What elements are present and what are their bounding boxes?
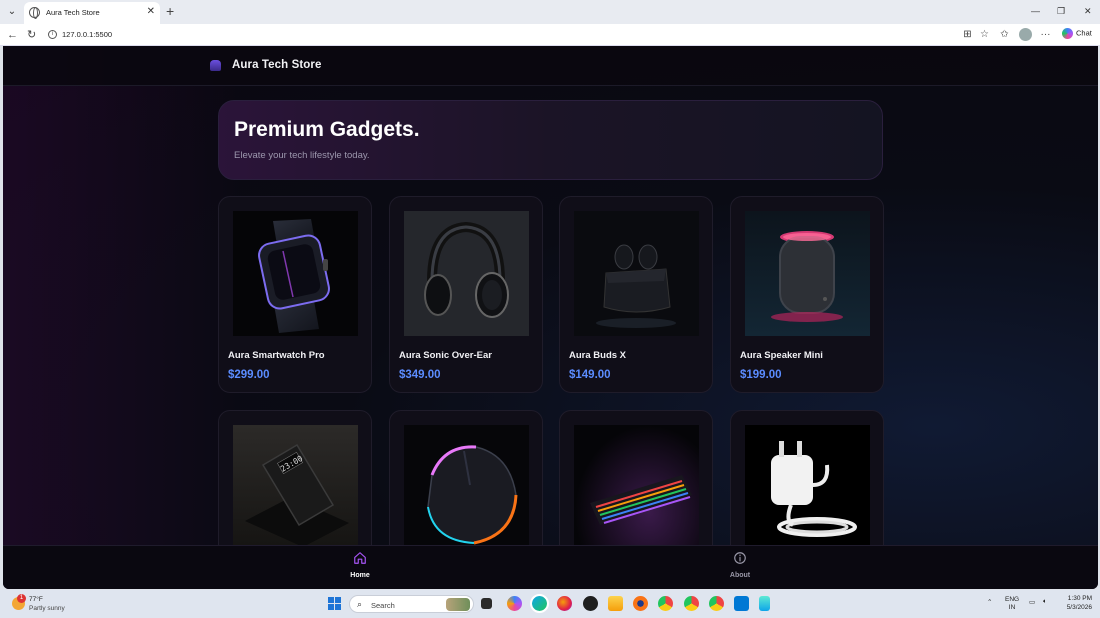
restore-icon[interactable]: ❐ bbox=[1057, 4, 1065, 18]
chrome-profile-2-icon[interactable] bbox=[709, 596, 724, 611]
keyboard-image bbox=[574, 425, 699, 550]
weather-desc: Partly sunny bbox=[29, 605, 65, 612]
copilot-icon bbox=[1062, 28, 1073, 39]
search-highlight-image bbox=[446, 598, 470, 611]
blender-icon[interactable] bbox=[633, 596, 648, 611]
notepad-icon[interactable] bbox=[759, 596, 770, 611]
close-tab-icon[interactable]: ✕ bbox=[147, 6, 155, 18]
brand-name[interactable]: Aura Tech Store bbox=[232, 59, 321, 71]
site-info-icon[interactable]: i bbox=[48, 30, 57, 39]
product-card[interactable]: Aura Speaker Mini $199.00 bbox=[730, 196, 884, 393]
app-available-icon[interactable]: ⊞ bbox=[962, 29, 973, 40]
globe-icon bbox=[29, 7, 40, 19]
chrome-icon[interactable] bbox=[658, 596, 673, 611]
product-price: $199.00 bbox=[740, 369, 782, 381]
product-name[interactable]: Aura Buds X bbox=[569, 350, 626, 361]
profile-avatar[interactable] bbox=[1019, 28, 1032, 41]
vscode-icon[interactable] bbox=[734, 596, 749, 611]
reload-icon[interactable]: ↻ bbox=[27, 28, 36, 42]
search-placeholder: Search bbox=[371, 601, 395, 610]
favorite-icon[interactable]: ☆ bbox=[979, 29, 990, 40]
system-clock[interactable]: 1:30 PM 5/3/2026 bbox=[1060, 595, 1092, 611]
weather-temp: 77°F bbox=[29, 596, 43, 603]
product-price: $149.00 bbox=[569, 369, 611, 381]
headphones-image bbox=[404, 211, 529, 336]
new-tab-icon[interactable]: + bbox=[166, 3, 174, 19]
browser-tab[interactable]: Aura Tech Store ✕ bbox=[24, 2, 160, 24]
nav-about[interactable]: About bbox=[710, 551, 770, 579]
firefox-icon[interactable] bbox=[557, 596, 572, 611]
hero-title: Premium Gadgets. bbox=[234, 118, 420, 141]
address-bar[interactable]: i 127.0.0.1:5500 bbox=[44, 27, 949, 43]
product-name[interactable]: Aura Speaker Mini bbox=[740, 350, 823, 361]
task-view-icon[interactable] bbox=[481, 598, 492, 609]
product-card[interactable]: Aura Smartwatch Pro $299.00 bbox=[218, 196, 372, 393]
more-icon[interactable]: ··· bbox=[1040, 29, 1051, 40]
notification-badge: 1 bbox=[17, 594, 26, 603]
url-text[interactable]: 127.0.0.1:5500 bbox=[62, 30, 112, 39]
nav-home-label: Home bbox=[350, 572, 370, 579]
github-icon[interactable] bbox=[583, 596, 598, 611]
earbuds-image bbox=[574, 211, 699, 336]
product-price: $349.00 bbox=[399, 369, 441, 381]
power-bank-image: 23:00 bbox=[233, 425, 358, 550]
hero-banner: Premium Gadgets. Elevate your tech lifes… bbox=[218, 100, 883, 180]
gaming-mouse-image bbox=[404, 425, 529, 550]
copilot-chat-button[interactable]: Chat bbox=[1062, 28, 1092, 39]
nav-about-label: About bbox=[729, 572, 751, 579]
speaker-image bbox=[745, 211, 870, 336]
browser-tab-bar: ⌄ Aura Tech Store ✕ + — ❐ ✕ bbox=[0, 0, 1100, 24]
hero-subtitle: Elevate your tech lifestyle today. bbox=[234, 150, 370, 161]
bottom-nav: Home About bbox=[3, 545, 1098, 589]
page-viewport: Aura Tech Store Premium Gadgets. Elevate… bbox=[3, 46, 1098, 589]
product-name[interactable]: Aura Smartwatch Pro bbox=[228, 350, 325, 361]
nav-home[interactable]: Home bbox=[330, 551, 390, 579]
edge-icon[interactable] bbox=[530, 594, 549, 613]
favorites-icon[interactable]: ✩ bbox=[999, 29, 1010, 40]
lang-primary: ENG bbox=[1005, 596, 1020, 603]
tab-title: Aura Tech Store bbox=[46, 8, 100, 17]
logo-icon[interactable] bbox=[210, 60, 221, 71]
site-header: Aura Tech Store bbox=[3, 46, 1098, 86]
copilot-app-icon[interactable] bbox=[507, 596, 522, 611]
taskbar-search[interactable]: ⌕ Search bbox=[349, 595, 474, 613]
search-icon: ⌕ bbox=[357, 599, 363, 609]
browser-toolbar: ← ↻ i 127.0.0.1:5500 ⊞ ☆ ✩ ··· Chat bbox=[0, 24, 1100, 46]
clock-time: 1:30 PM bbox=[1067, 595, 1092, 602]
info-icon bbox=[734, 552, 746, 564]
os-taskbar: 1 77°F Partly sunny ⌕ Search ⌃ ENG IN ▭ … bbox=[0, 590, 1100, 618]
chat-label: Chat bbox=[1076, 28, 1092, 38]
charger-image bbox=[745, 425, 870, 550]
clock-date: 5/3/2026 bbox=[1066, 604, 1092, 611]
minimize-icon[interactable]: — bbox=[1031, 4, 1040, 18]
product-name[interactable]: Aura Sonic Over-Ear bbox=[399, 350, 492, 361]
tab-actions-icon[interactable]: ⌄ bbox=[4, 4, 20, 20]
chrome-profile-icon[interactable] bbox=[684, 596, 699, 611]
product-card[interactable]: Aura Sonic Over-Ear $349.00 bbox=[389, 196, 543, 393]
volume-icon[interactable]: 🔈︎ bbox=[1043, 598, 1047, 606]
tray-overflow-icon[interactable]: ⌃ bbox=[987, 598, 992, 606]
back-icon[interactable]: ← bbox=[7, 28, 18, 42]
file-explorer-icon[interactable] bbox=[608, 596, 623, 611]
product-price: $299.00 bbox=[228, 369, 270, 381]
lang-secondary: IN bbox=[1008, 604, 1016, 611]
network-icon[interactable]: ▭ bbox=[1029, 598, 1035, 606]
smartwatch-image bbox=[233, 211, 358, 336]
close-window-icon[interactable]: ✕ bbox=[1084, 4, 1092, 18]
language-indicator[interactable]: ENG IN bbox=[1005, 596, 1019, 612]
product-card[interactable]: Aura Buds X $149.00 bbox=[559, 196, 713, 393]
home-icon bbox=[354, 552, 366, 564]
start-button[interactable] bbox=[328, 597, 342, 611]
